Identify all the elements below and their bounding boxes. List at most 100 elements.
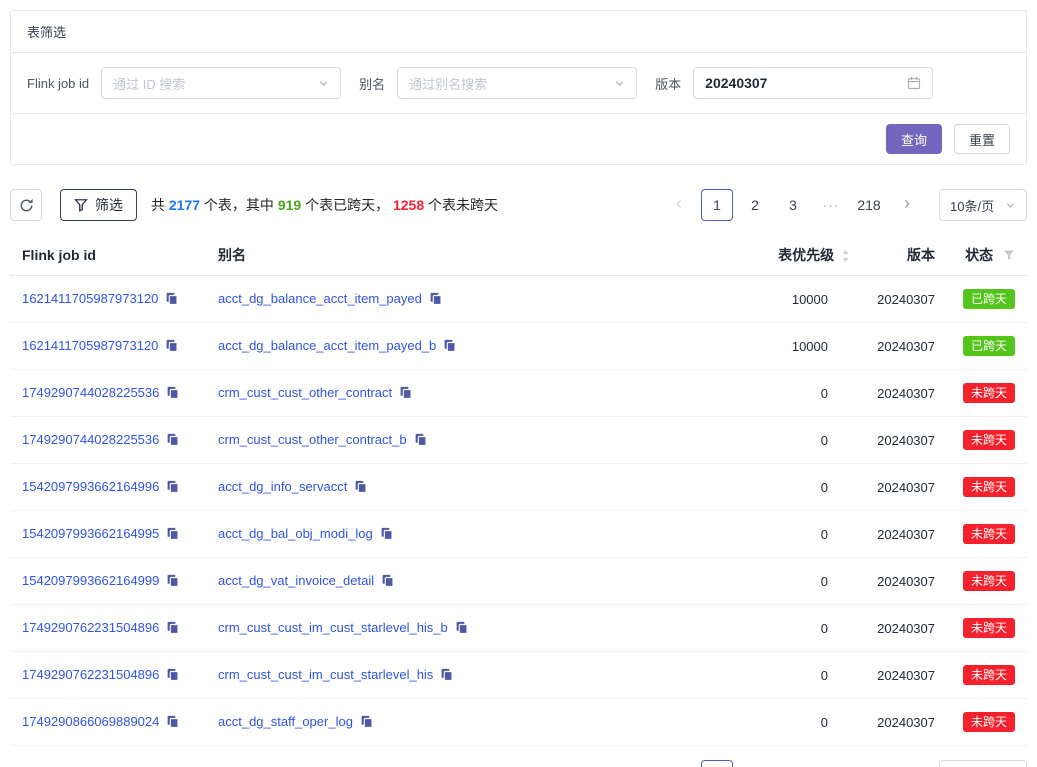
filter-icon[interactable] [1003,249,1015,261]
copy-icon[interactable] [354,480,367,496]
column-label: Flink job id [22,247,96,263]
filter-button[interactable]: 筛选 [60,189,137,221]
table-row: 1621411705987973120 acct_dg_balance_acct_… [10,276,1027,323]
copy-icon[interactable] [360,715,373,731]
pagination-page-1[interactable]: 1 [701,189,733,221]
job-id-link[interactable]: 1749290866069889024 [22,714,159,729]
column-header-alias: 别名 [206,235,602,276]
copy-icon[interactable] [414,433,427,449]
copy-icon[interactable] [166,668,179,684]
version-label: 版本 [655,74,681,93]
version-date-input[interactable]: 20240307 [693,67,933,99]
table-row: 1749290744028225536 crm_cust_cust_other_c… [10,370,1027,417]
table-row: 1749290762231504896 crm_cust_cust_im_cust… [10,652,1027,699]
copy-icon-glyph [166,715,179,728]
pagination-ellipsis[interactable]: ··· [815,189,847,221]
page-size-select[interactable]: 10条/页 [939,760,1027,767]
sort-icon[interactable] [841,249,850,263]
column-label: 表优先级 [778,247,834,263]
copy-icon[interactable] [165,339,178,355]
pagination-page-1[interactable]: 1 [701,760,733,767]
version-cell: 20240307 [862,323,947,370]
reset-button[interactable]: 重置 [954,124,1010,154]
pagination-page-218[interactable]: 218 [853,760,885,767]
copy-icon[interactable] [440,668,453,684]
version-field: 版本 20240307 [655,67,933,99]
alias-link[interactable]: crm_cust_cust_im_cust_starlevel_his [218,667,433,682]
alias-cell: acct_dg_info_servacct [206,464,602,511]
copy-icon[interactable] [429,292,442,308]
job-id-cell: 1749290762231504896 [10,605,206,652]
status-badge: 未跨天 [963,383,1015,403]
status-cell: 未跨天 [947,605,1027,652]
copy-icon[interactable] [166,527,179,543]
copy-icon-glyph [381,574,394,587]
alias-link[interactable]: crm_cust_cust_other_contract_b [218,432,407,447]
tables-table: Flink job id 别名 表优先级 版本 状态 1621411705987… [10,235,1027,746]
job-id-cell: 1621411705987973120 [10,323,206,370]
flink-job-id-select[interactable]: 通过 ID 搜索 [101,67,341,99]
pagination-prev[interactable]: ‹ [663,189,695,221]
alias-cell: crm_cust_cust_im_cust_starlevel_his_b [206,605,602,652]
status-cell: 未跨天 [947,511,1027,558]
pagination-next[interactable]: › [891,760,923,767]
alias-link[interactable]: crm_cust_cust_other_contract [218,385,392,400]
copy-icon[interactable] [380,527,393,543]
copy-icon[interactable] [166,386,179,402]
alias-select[interactable]: 通过别名搜索 [397,67,637,99]
priority-cell: 0 [602,652,862,699]
pagination-page-2[interactable]: 2 [739,189,771,221]
job-id-link[interactable]: 1542097993662164999 [22,573,159,588]
alias-link[interactable]: acct_dg_bal_obj_modi_log [218,526,373,541]
alias-cell: crm_cust_cust_other_contract [206,370,602,417]
copy-icon[interactable] [166,621,179,637]
copy-icon[interactable] [381,574,394,590]
priority-cell: 0 [602,370,862,417]
alias-cell: crm_cust_cust_im_cust_starlevel_his [206,652,602,699]
copy-icon-glyph [165,339,178,352]
copy-icon[interactable] [399,386,412,402]
copy-icon[interactable] [166,433,179,449]
copy-icon[interactable] [166,480,179,496]
pagination-ellipsis[interactable]: ··· [815,760,847,767]
job-id-link[interactable]: 1749290762231504896 [22,667,159,682]
pagination-page-2[interactable]: 2 [739,760,771,767]
alias-link[interactable]: acct_dg_balance_acct_item_payed [218,291,422,306]
job-id-cell: 1621411705987973120 [10,276,206,323]
job-id-link[interactable]: 1621411705987973120 [22,338,158,353]
version-value: 20240307 [705,75,767,91]
job-id-link[interactable]: 1542097993662164995 [22,526,159,541]
filter-actions-row: 查询 重置 [11,113,1026,164]
column-header-version: 版本 [862,235,947,276]
copy-icon[interactable] [443,339,456,355]
job-id-link[interactable]: 1621411705987973120 [22,291,158,306]
copy-icon[interactable] [166,574,179,590]
copy-icon-glyph [166,668,179,681]
column-label: 别名 [218,247,246,263]
copy-icon[interactable] [455,621,468,637]
column-header-status: 状态 [947,235,1027,276]
alias-link[interactable]: acct_dg_balance_acct_item_payed_b [218,338,436,353]
pagination-page-3[interactable]: 3 [777,189,809,221]
status-badge: 已跨天 [963,336,1015,356]
alias-link[interactable]: acct_dg_staff_oper_log [218,714,353,729]
alias-link[interactable]: acct_dg_vat_invoice_detail [218,573,374,588]
pagination-next[interactable]: › [891,189,923,221]
page-size-select[interactable]: 10条/页 [939,189,1027,221]
query-button[interactable]: 查询 [886,124,942,154]
job-id-link[interactable]: 1749290762231504896 [22,620,159,635]
copy-icon[interactable] [165,292,178,308]
job-id-link[interactable]: 1749290744028225536 [22,432,159,447]
alias-cell: acct_dg_balance_acct_item_payed [206,276,602,323]
alias-link[interactable]: acct_dg_info_servacct [218,479,347,494]
pagination-prev[interactable]: ‹ [663,760,695,767]
copy-icon[interactable] [166,715,179,731]
job-id-link[interactable]: 1542097993662164996 [22,479,159,494]
job-id-link[interactable]: 1749290744028225536 [22,385,159,400]
priority-cell: 0 [602,558,862,605]
alias-link[interactable]: crm_cust_cust_im_cust_starlevel_his_b [218,620,448,635]
pagination-page-3[interactable]: 3 [777,760,809,767]
column-header-priority[interactable]: 表优先级 [602,235,862,276]
refresh-button[interactable] [10,189,42,221]
pagination-page-218[interactable]: 218 [853,189,885,221]
